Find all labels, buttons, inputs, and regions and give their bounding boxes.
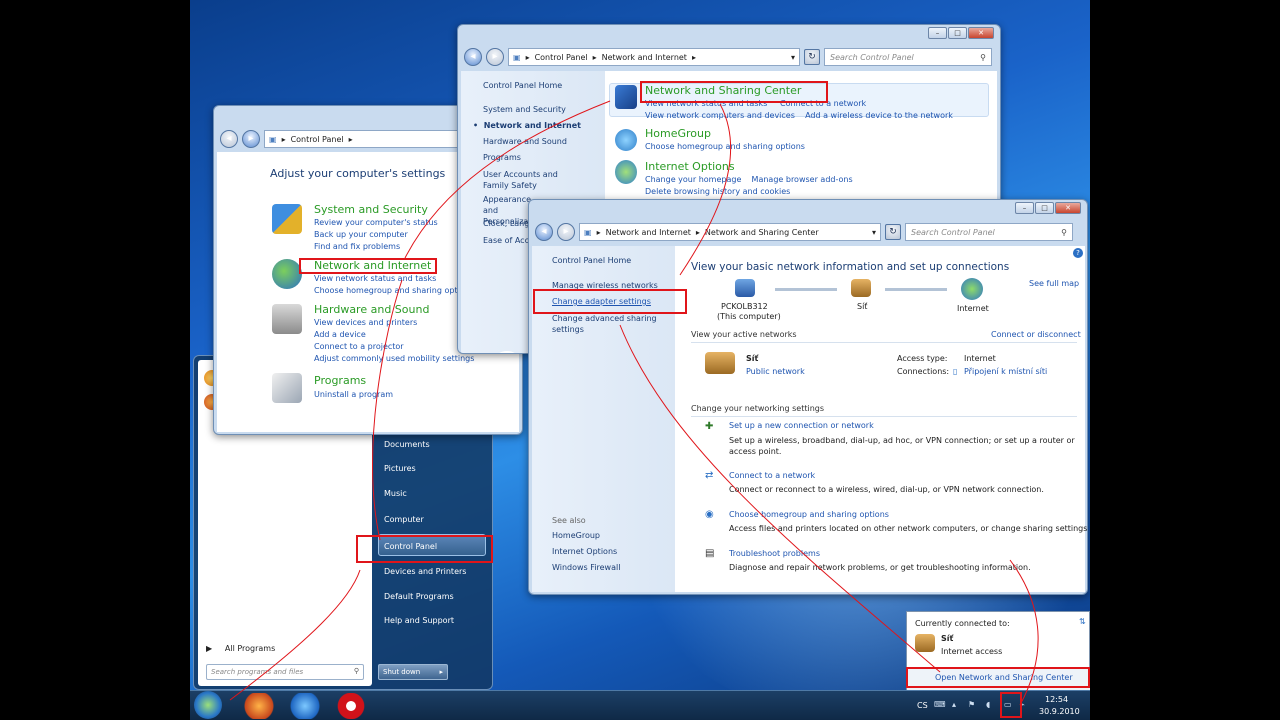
annotation-arrows xyxy=(229,100,1039,706)
arrow-path xyxy=(619,324,941,673)
arrow-path xyxy=(404,100,611,259)
arrow-path xyxy=(372,279,403,541)
arrow-path xyxy=(229,569,361,701)
arrow-path xyxy=(679,103,732,276)
desktop: ▶ All Programs Search programs and files… xyxy=(190,0,1090,720)
arrow-path xyxy=(1009,559,1039,706)
